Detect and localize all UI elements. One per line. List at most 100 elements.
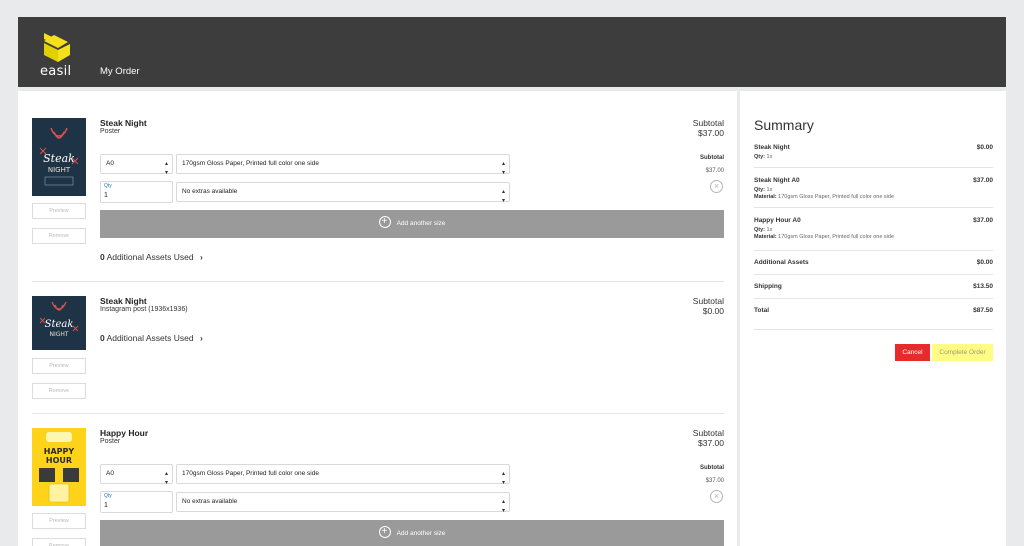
summary-divider: [754, 274, 993, 275]
item-name: Steak Night: [100, 296, 147, 306]
remove-size-icon[interactable]: ×: [710, 490, 723, 503]
design-thumbnail: Steak NIGHT: [32, 296, 86, 350]
item-name: Happy Hour: [100, 428, 149, 438]
subtotal-label: Subtotal: [692, 428, 724, 438]
item-type: Poster: [100, 438, 121, 445]
size-select[interactable]: A0 ▴ ▾: [100, 464, 173, 486]
select-arrows-icon: ▴ ▾: [501, 161, 505, 176]
summary-item-name: Steak Night: [754, 144, 790, 151]
summary-divider: [754, 329, 993, 330]
summary-additional-assets: Additional Assets $0.00: [754, 259, 993, 266]
assets-label: Additional Assets Used: [106, 333, 194, 343]
qty-label: Qty: [104, 183, 112, 189]
preview-button[interactable]: Preview: [32, 203, 86, 219]
plus-circle-icon: +: [378, 526, 391, 539]
item-type: Poster: [100, 128, 121, 135]
select-arrows-icon: ▴ ▾: [501, 499, 505, 514]
summary-item-qty: Qty: 1x: [754, 227, 773, 233]
svg-text:HOUR: HOUR: [46, 456, 72, 465]
preview-button[interactable]: Preview: [32, 358, 86, 374]
subtotal-value: $37.00: [698, 438, 724, 448]
chevron-right-icon: ›: [199, 252, 203, 262]
summary-title: Summary: [754, 117, 814, 133]
summary-total: Total $87.50: [754, 307, 993, 314]
material-select[interactable]: 170gsm Gloss Paper, Printed full color o…: [176, 464, 510, 486]
qty-value: 1: [104, 192, 108, 199]
complete-order-button[interactable]: Complete Order: [932, 344, 993, 361]
subtotal-value: $37.00: [698, 128, 724, 138]
subtotal-label: Subtotal: [692, 118, 724, 128]
cancel-button[interactable]: Cancel: [895, 344, 930, 361]
svg-text:NIGHT: NIGHT: [49, 331, 68, 338]
line-subtotal-label: Subtotal: [700, 465, 724, 471]
material-select[interactable]: 170gsm Gloss Paper, Printed full color o…: [176, 154, 510, 176]
assets-count: 0: [100, 333, 105, 343]
add-another-size-button[interactable]: + Add another size: [100, 520, 724, 546]
plus-circle-icon: +: [378, 216, 391, 229]
steak-night-instagram-image: Steak NIGHT: [39, 301, 79, 338]
subtotal-value: $0.00: [702, 306, 724, 316]
select-arrows-icon: ▴ ▾: [164, 161, 168, 176]
summary-item-name: Steak Night A0: [754, 177, 800, 184]
svg-text:NIGHT: NIGHT: [48, 166, 71, 174]
extras-select[interactable]: No extras available ▴ ▾: [176, 492, 510, 514]
logo-text: easil: [40, 64, 72, 79]
summary-item-material: Material: 170gsm Gloss Paper, Printed fu…: [754, 194, 895, 200]
summary-item-amount: $37.00: [973, 177, 993, 184]
shipping-label: Shipping: [754, 283, 782, 290]
summary-item-amount: $0.00: [976, 144, 993, 151]
svg-text:HAPPY: HAPPY: [44, 447, 75, 456]
remove-size-icon[interactable]: ×: [710, 180, 723, 193]
item-name: Steak Night: [100, 118, 147, 128]
summary-divider: [754, 167, 993, 168]
svg-text:Steak: Steak: [45, 319, 74, 330]
line-subtotal-label: Subtotal: [700, 155, 724, 161]
summary-line-item: Steak Night A0 $37.00 Qty: 1x Material: …: [754, 177, 993, 200]
additional-assets-link[interactable]: 0 Additional Assets Used ›: [100, 252, 203, 262]
line-subtotal-value: $37.00: [705, 478, 724, 484]
size-select[interactable]: A0 ▴ ▾: [100, 154, 173, 176]
summary-item-name: Happy Hour A0: [754, 217, 801, 224]
item-divider: [32, 413, 724, 414]
subtotal-label: Subtotal: [692, 296, 724, 306]
qty-value: 1: [104, 502, 108, 509]
material-value: 170gsm Gloss Paper, Printed full color o…: [182, 160, 319, 167]
preview-button[interactable]: Preview: [32, 513, 86, 529]
summary-item-qty: Qty: 1x: [754, 154, 773, 160]
size-value: A0: [106, 160, 114, 167]
extras-select[interactable]: No extras available ▴ ▾: [176, 182, 510, 204]
select-arrows-icon: ▴ ▾: [501, 471, 505, 486]
remove-button[interactable]: Remove: [32, 383, 86, 399]
add-size-label: Add another size: [396, 530, 446, 537]
summary-divider: [754, 298, 993, 299]
summary-item-material: Material: 170gsm Gloss Paper, Printed fu…: [754, 234, 895, 240]
total-amount: $87.50: [973, 307, 993, 314]
order-items-panel: Steak NIGHT Preview Remove Steak Night P…: [18, 91, 737, 546]
assets-count: 0: [100, 252, 105, 262]
summary-item-qty: Qty: 1x: [754, 187, 773, 193]
select-arrows-icon: ▴ ▾: [164, 471, 168, 486]
summary-divider: [754, 207, 993, 208]
qty-label: Qty: [104, 493, 112, 499]
line-subtotal-value: $37.00: [705, 168, 724, 174]
summary-divider: [754, 250, 993, 251]
remove-button[interactable]: Remove: [32, 538, 86, 546]
additional-assets-amount: $0.00: [976, 259, 993, 266]
select-arrows-icon: ▴ ▾: [501, 189, 505, 204]
item-type: Instagram post (1936x1936): [100, 306, 188, 313]
add-another-size-button[interactable]: + Add another size: [100, 210, 724, 238]
total-label: Total: [754, 307, 770, 314]
remove-button[interactable]: Remove: [32, 228, 86, 244]
quantity-field[interactable]: Qty 1: [100, 491, 173, 513]
material-value: 170gsm Gloss Paper, Printed full color o…: [182, 470, 319, 477]
design-thumbnail: HAPPY HOUR: [32, 428, 86, 506]
svg-text:Steak: Steak: [43, 152, 75, 165]
page-title: My Order: [100, 66, 140, 77]
quantity-field[interactable]: Qty 1: [100, 181, 173, 203]
additional-assets-link[interactable]: 0 Additional Assets Used ›: [100, 333, 203, 343]
summary-item-amount: $37.00: [973, 217, 993, 224]
extras-value: No extras available: [182, 498, 238, 505]
summary-line-item: Steak Night $0.00 Qty: 1x: [754, 144, 993, 160]
size-value: A0: [106, 470, 114, 477]
order-summary-panel: Summary Steak Night $0.00 Qty: 1x Steak …: [740, 91, 1006, 546]
